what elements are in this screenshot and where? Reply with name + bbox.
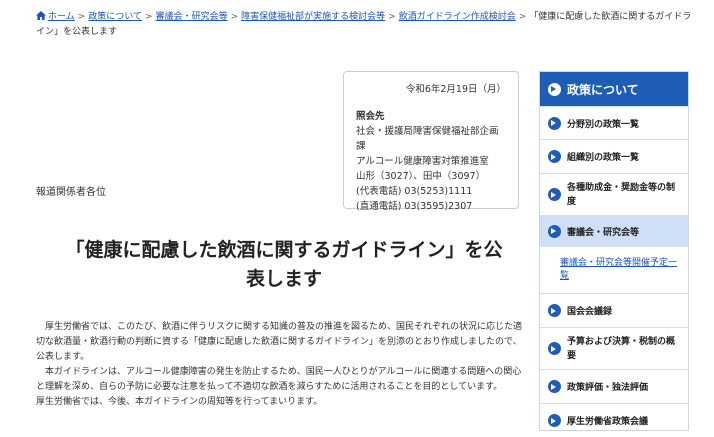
sidebar-subitem-schedule: 審議会・研究会等開催予定一覧 (540, 246, 688, 293)
contact-box: 令和6年2月19日（月） 照会先 社会・援護局障害保健福祉部企画課 アルコール健… (343, 71, 519, 212)
breadcrumb: ホーム > 政策について > 審議会・研究会等 > 障害保健福祉部が実施する検討会等 > 飲酒ガ… (36, 10, 696, 40)
arrow-circle-icon (548, 82, 561, 96)
arrow-circle-icon (548, 188, 561, 201)
body-paragraph: 厚生労働省では、今後、本ガイドラインの周知等を行ってまいります。 (36, 397, 323, 407)
breadcrumb-separator: > (388, 12, 396, 22)
sidebar: 政策について 分野別の政策一覧 組織別の政策一覧 各種助成金・奨励金等の制度 審… (539, 71, 689, 431)
contact-line: 山形（3027）、田中（3097） (356, 171, 486, 182)
sidebar-item-label: 審議会・研究会等 (567, 227, 640, 238)
recipients: 報道関係者各位 (36, 187, 106, 198)
sidebar-header[interactable]: 政策について (540, 72, 688, 106)
sidebar-item-label: 予算および決算・税制の概要 (567, 336, 676, 361)
contact-line: (直通電話) 03(3595)2307 (356, 201, 473, 212)
breadcrumb-separator: > (518, 12, 527, 22)
breadcrumb-separator: > (145, 12, 153, 22)
contact-line: 社会・援護局障害保健福祉部企画課 (356, 126, 499, 152)
sidebar-item-label: 国会会議録 (567, 307, 613, 317)
sidebar-item-policy-by-field[interactable]: 分野別の政策一覧 (540, 106, 688, 139)
sidebar-item-diet-records[interactable]: 国会会議録 (540, 293, 688, 327)
sidebar-item-evaluation[interactable]: 政策評価・独法評価 (540, 369, 688, 403)
arrow-circle-icon (548, 342, 561, 355)
sidebar-item-subsidies[interactable]: 各種助成金・奨励金等の制度 (540, 173, 688, 215)
arrow-circle-icon (548, 380, 561, 393)
sidebar-item-councils[interactable]: 審議会・研究会等 (540, 215, 688, 246)
sidebar-item-label: 厚生労働省政策会議 (567, 417, 649, 427)
body-text: 厚生労働省では、このたび、飲酒に伴うリスクに関する知識の普及の推進を図るため、国… (36, 320, 526, 410)
breadcrumb-disability-link[interactable]: 障害保健福祉部が実施する検討会等 (241, 12, 385, 22)
page-title: 「健康に配慮した飲酒に関するガイドライン」を公表します (65, 239, 503, 290)
sidebar-item-label: 組織別の政策一覧 (567, 153, 640, 163)
contact-heading: 照会先 (356, 111, 385, 122)
sidebar-item-policy-by-org[interactable]: 組織別の政策一覧 (540, 139, 688, 173)
sidebar-item-policy-meeting[interactable]: 厚生労働省政策会議 (540, 403, 688, 437)
sidebar-item-budget[interactable]: 予算および決算・税制の概要 (540, 327, 688, 369)
arrow-circle-icon (548, 304, 561, 317)
body-paragraph: 本ガイドラインは、アルコール健康障害の発生を防止するため、国民一人ひとりがアルコ… (36, 367, 522, 392)
contact-line: (代表電話) 03(5253)1111 (356, 186, 473, 197)
breadcrumb-policy-link[interactable]: 政策について (88, 12, 142, 22)
sidebar-item-label: 政策評価・独法評価 (567, 383, 649, 393)
arrow-circle-icon (548, 116, 561, 130)
breadcrumb-councils-link[interactable]: 審議会・研究会等 (156, 12, 228, 22)
arrow-circle-icon (548, 224, 561, 238)
breadcrumb-separator: > (230, 12, 239, 22)
sidebar-item-label: 各種助成金・奨励金等の制度 (567, 182, 676, 207)
sidebar-item-label: 分野別の政策一覧 (567, 119, 640, 130)
breadcrumb-committee-link[interactable]: 飲酒ガイドライン作成検討会 (399, 12, 516, 22)
breadcrumb-home-link[interactable]: ホーム (48, 12, 75, 22)
contact-line: アルコール健康障害対策推進室 (356, 156, 489, 167)
release-date: 令和6年2月19日（月） (405, 84, 506, 95)
sidebar-header-label: 政策について (567, 82, 639, 97)
body-paragraph: 厚生労働省では、このたび、飲酒に伴うリスクに関する知識の普及の推進を図るため、国… (36, 322, 523, 362)
arrow-circle-icon (548, 150, 561, 163)
home-icon (36, 11, 46, 20)
council-schedule-link[interactable]: 審議会・研究会等開催予定一覧 (560, 258, 677, 281)
arrow-circle-icon (548, 414, 561, 427)
breadcrumb-separator: > (77, 12, 86, 22)
